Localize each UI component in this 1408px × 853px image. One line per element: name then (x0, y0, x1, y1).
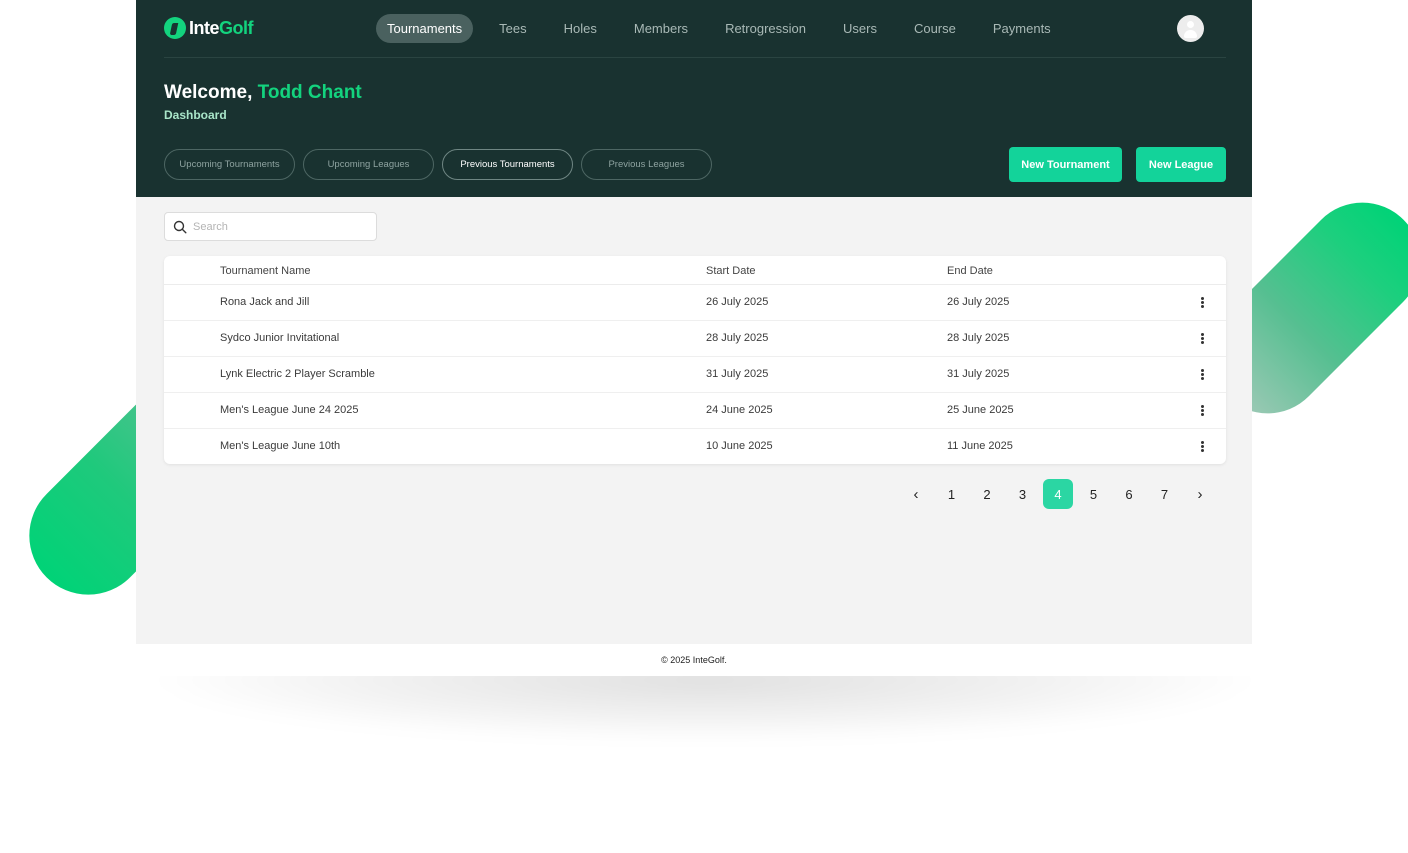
nav-course[interactable]: Course (903, 14, 967, 43)
cell-start-date: 10 June 2025 (706, 440, 773, 452)
cell-end-date: 31 July 2025 (947, 368, 1010, 380)
logo[interactable]: InteGolf (164, 16, 254, 40)
new-tournament-button[interactable]: New Tournament (1009, 147, 1122, 182)
pagination-next-chevron-icon[interactable]: › (1185, 479, 1215, 509)
golf-flag-icon (164, 17, 186, 39)
kebab-menu-icon[interactable] (1196, 332, 1208, 346)
pagination-page-5[interactable]: 5 (1079, 479, 1109, 509)
user-name: Todd Chant (257, 82, 362, 103)
cell-tournament-name: Lynk Electric 2 Player Scramble (220, 368, 375, 380)
screenshot-stage: InteGolf Tournaments Tees Holes Members … (0, 0, 1408, 853)
kebab-menu-icon[interactable] (1196, 440, 1208, 454)
copyright-text: © 2025 InteGolf. (661, 655, 727, 665)
cell-end-date: 26 July 2025 (947, 296, 1010, 308)
logo-text-part1: Inte (189, 17, 220, 38)
header-divider (164, 57, 1226, 58)
table-row[interactable]: Rona Jack and Jill 26 July 2025 26 July … (164, 285, 1226, 321)
cell-start-date: 26 July 2025 (706, 296, 769, 308)
tab-upcoming-leagues[interactable]: Upcoming Leagues (303, 149, 434, 180)
column-header-name: Tournament Name (220, 265, 311, 277)
nav-tees[interactable]: Tees (488, 14, 537, 43)
kebab-menu-icon[interactable] (1196, 404, 1208, 418)
cell-tournament-name: Men's League June 10th (220, 440, 341, 452)
app-window: InteGolf Tournaments Tees Holes Members … (136, 0, 1252, 676)
filter-tabs: Upcoming Tournaments Upcoming Leagues Pr… (164, 149, 720, 180)
pagination-page-7[interactable]: 7 (1150, 479, 1180, 509)
main-nav: Tournaments Tees Holes Members Retrogres… (376, 14, 1077, 43)
cell-start-date: 24 June 2025 (706, 404, 773, 416)
user-avatar-icon[interactable] (1177, 15, 1204, 42)
welcome-heading: Welcome, Todd Chant (164, 82, 362, 104)
welcome-text: Welcome, (164, 82, 253, 103)
footer: © 2025 InteGolf. (136, 644, 1252, 676)
pagination-page-2[interactable]: 2 (972, 479, 1002, 509)
nav-payments[interactable]: Payments (982, 14, 1062, 43)
column-header-end-date: End Date (947, 265, 993, 277)
table-row[interactable]: Lynk Electric 2 Player Scramble 31 July … (164, 357, 1226, 393)
header: InteGolf Tournaments Tees Holes Members … (136, 0, 1252, 197)
logo-text-part2: Golf (219, 17, 254, 38)
page-subtitle: Dashboard (164, 108, 227, 122)
logo-text: InteGolf (189, 17, 254, 39)
search-box (164, 212, 377, 241)
cell-start-date: 31 July 2025 (706, 368, 769, 380)
nav-retrogression[interactable]: Retrogression (714, 14, 817, 43)
cell-tournament-name: Rona Jack and Jill (220, 296, 310, 308)
column-header-start-date: Start Date (706, 265, 756, 277)
pagination-page-6[interactable]: 6 (1114, 479, 1144, 509)
tab-upcoming-tournaments[interactable]: Upcoming Tournaments (164, 149, 295, 180)
kebab-menu-icon[interactable] (1196, 296, 1208, 310)
cell-end-date: 11 June 2025 (947, 440, 1013, 452)
pagination-page-3[interactable]: 3 (1008, 479, 1038, 509)
nav-tournaments[interactable]: Tournaments (376, 14, 474, 43)
table-row[interactable]: Sydco Junior Invitational 28 July 2025 2… (164, 321, 1226, 357)
pagination: ‹ 1 2 3 4 5 6 7 › (901, 479, 1221, 509)
table-header: Tournament Name Start Date End Date (164, 256, 1226, 285)
kebab-menu-icon[interactable] (1196, 368, 1208, 382)
cell-start-date: 28 July 2025 (706, 332, 769, 344)
search-icon (173, 220, 187, 234)
tournaments-table: Tournament Name Start Date End Date Rona… (164, 256, 1226, 464)
tab-previous-tournaments[interactable]: Previous Tournaments (442, 149, 573, 180)
new-league-button[interactable]: New League (1136, 147, 1226, 182)
cell-tournament-name: Men's League June 24 2025 (220, 404, 359, 416)
cell-end-date: 28 July 2025 (947, 332, 1010, 344)
pagination-page-1[interactable]: 1 (937, 479, 967, 509)
cell-tournament-name: Sydco Junior Invitational (220, 332, 340, 344)
tab-previous-leagues[interactable]: Previous Leagues (581, 149, 712, 180)
nav-users[interactable]: Users (832, 14, 888, 43)
nav-holes[interactable]: Holes (553, 14, 608, 43)
pagination-page-4-current[interactable]: 4 (1043, 479, 1073, 509)
cell-end-date: 25 June 2025 (947, 404, 1014, 416)
table-row[interactable]: Men's League June 10th 10 June 2025 11 J… (164, 429, 1226, 465)
search-input[interactable] (193, 218, 369, 236)
table-row[interactable]: Men's League June 24 2025 24 June 2025 2… (164, 393, 1226, 429)
nav-members[interactable]: Members (623, 14, 699, 43)
pagination-prev-chevron-icon[interactable]: ‹ (901, 479, 931, 509)
